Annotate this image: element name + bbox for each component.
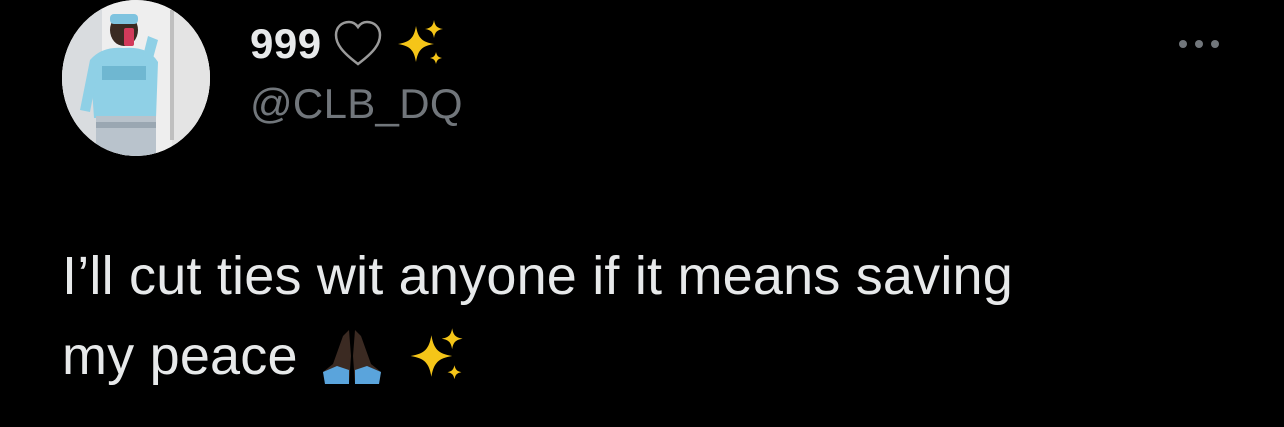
tweet-card: 999 @CLB_DQ I’ll cut ties wit anyone if … (0, 0, 1284, 427)
sparkles-icon (394, 18, 446, 70)
more-options-button[interactable] (1174, 24, 1224, 64)
black-heart-icon (332, 18, 384, 70)
sparkles-icon (406, 326, 466, 408)
folded-hands-icon (319, 326, 385, 408)
tweet-text-line-2-text: my peace (62, 326, 298, 386)
avatar[interactable] (62, 0, 210, 156)
display-name[interactable]: 999 (250, 20, 322, 68)
user-handle[interactable]: @CLB_DQ (250, 80, 463, 128)
tweet-text: I’ll cut ties wit anyone if it means sav… (62, 236, 1252, 408)
tweet-text-line-1: I’ll cut ties wit anyone if it means sav… (62, 246, 1014, 306)
tweet-text-line-2: my peace (62, 316, 1252, 408)
more-icon (1179, 40, 1219, 48)
author-name-row[interactable]: 999 (250, 14, 446, 74)
